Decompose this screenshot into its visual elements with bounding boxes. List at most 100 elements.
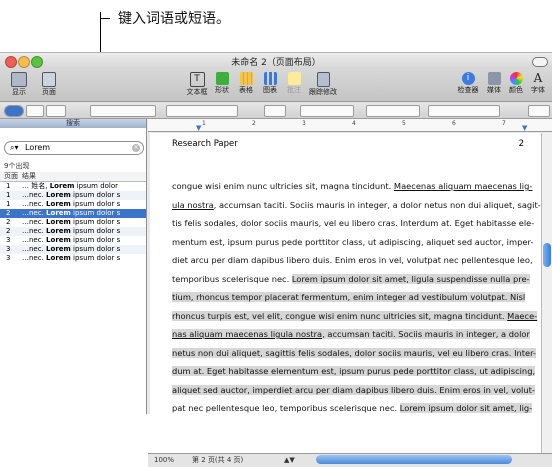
alignment-buttons[interactable] bbox=[366, 105, 420, 117]
inspector-button[interactable]: i 检查器 bbox=[456, 72, 480, 95]
track-changes-button[interactable]: 跟踪修改 bbox=[306, 72, 340, 97]
column-page[interactable]: 页面 bbox=[4, 172, 18, 181]
media-icon bbox=[487, 72, 501, 85]
line-spacing-dropdown[interactable] bbox=[428, 105, 500, 117]
page-info: 第 2 页(共 4 页) bbox=[192, 456, 244, 464]
zoom-dropdown[interactable]: 100% bbox=[154, 454, 174, 467]
result-count: 9个出现 bbox=[4, 162, 30, 170]
result-page: 3 bbox=[6, 236, 11, 244]
ruler-tick-label: 5 bbox=[402, 120, 406, 127]
comment-button[interactable]: 批注 bbox=[284, 72, 304, 95]
colors-button[interactable]: 颜色 bbox=[506, 72, 526, 95]
text-style-buttons[interactable] bbox=[300, 105, 354, 117]
search-field[interactable]: ⌕▾ Lorem × bbox=[4, 141, 144, 155]
document-line: mentum est, ipsum purus pede porttitor c… bbox=[172, 233, 533, 252]
font-typeface-dropdown[interactable] bbox=[166, 105, 238, 117]
highlighted-text: Maece- bbox=[507, 310, 538, 321]
ruler-tick-label: 4 bbox=[352, 120, 356, 127]
result-snippet: …nec. Lorem ipsum dolor s bbox=[22, 227, 121, 235]
format-bar bbox=[0, 102, 552, 119]
result-snippet: … 姓名, Lorem ipsum dolor bbox=[22, 182, 119, 190]
text-run: Maecenas aliquam maecenas lig- bbox=[393, 181, 533, 191]
search-input-value: Lorem bbox=[25, 143, 51, 152]
chart-button[interactable]: 图表 bbox=[260, 72, 280, 95]
pages-button[interactable]: 页面 bbox=[38, 72, 60, 97]
textbox-button[interactable]: T 文本框 bbox=[186, 72, 208, 97]
document-line: aliquet sed auctor, imperdiet arcu per d… bbox=[172, 381, 535, 400]
result-row[interactable]: 1 …nec. Lorem ipsum dolor s bbox=[0, 191, 146, 200]
result-page: 3 bbox=[6, 254, 11, 262]
result-page: 3 bbox=[6, 245, 11, 253]
result-row[interactable]: 2 …nec. Lorem ipsum dolor s bbox=[0, 209, 146, 218]
result-page: 1 bbox=[6, 182, 11, 190]
nav-arrows[interactable]: ▲▼ bbox=[284, 454, 295, 467]
result-snippet: …nec. Lorem ipsum dolor s bbox=[22, 209, 121, 217]
window-title: 未命名 2（页面布局） bbox=[231, 58, 321, 68]
document-page[interactable]: Research Paper 2 congue wisi enim nunc u… bbox=[150, 133, 542, 453]
right-indent-marker[interactable]: ▼ bbox=[522, 124, 527, 132]
paragraph-style-dropdown[interactable] bbox=[26, 105, 44, 117]
font-size-field[interactable] bbox=[264, 105, 286, 117]
highlighted-text: dum at. Eget habitasse elementum est, ip… bbox=[172, 366, 536, 376]
result-page: 2 bbox=[6, 209, 11, 217]
highlighted-text: netus non dui aliquet, sagittis felis so… bbox=[172, 347, 537, 358]
comment-icon bbox=[287, 72, 301, 85]
table-icon bbox=[239, 72, 253, 85]
document-line: ula nostra, accumsan taciti. Sociis maur… bbox=[172, 196, 541, 215]
highlighted-text: aliquet sed auctor, imperdiet arcu per d… bbox=[172, 384, 535, 395]
display-icon bbox=[11, 72, 27, 87]
result-snippet: …nec. Lorem ipsum dolor s bbox=[22, 191, 121, 199]
fonts-icon: A bbox=[533, 71, 543, 85]
display-button[interactable]: 显示 bbox=[8, 72, 30, 97]
callout-text: 键入词语或短语。 bbox=[118, 11, 230, 27]
document-line: netus non dui aliquet, sagittis felis so… bbox=[172, 344, 537, 363]
text-run: temporibus scelerisque nec. bbox=[172, 273, 292, 284]
vertical-scroll-thumb[interactable] bbox=[543, 243, 551, 267]
text-run: , accumsan taciti. Sociis mauris in inte… bbox=[213, 199, 541, 210]
left-indent-marker[interactable]: ▼ bbox=[196, 124, 201, 132]
toolbar-toggle-button[interactable] bbox=[532, 57, 548, 67]
header-text: Research Paper bbox=[172, 139, 238, 149]
highlighted-text: tium, rhoncus tempor placerat fermentum,… bbox=[172, 292, 526, 302]
char-style-dropdown[interactable] bbox=[46, 105, 66, 117]
result-row[interactable]: 1 …nec. Lorem ipsum dolor s bbox=[0, 200, 146, 209]
font-family-dropdown[interactable] bbox=[90, 105, 156, 117]
title-bar: 未命名 2（页面布局） bbox=[0, 53, 552, 69]
clear-search-icon[interactable]: × bbox=[132, 144, 140, 152]
text-run: diet arcu per diam dapibus libero duis. … bbox=[172, 255, 533, 265]
column-result[interactable]: 结果 bbox=[22, 172, 36, 181]
document-line: tis felis sodales, dolor sociis mauris, … bbox=[172, 214, 534, 233]
media-button[interactable]: 媒体 bbox=[484, 72, 504, 95]
textbox-icon: T bbox=[189, 72, 205, 87]
inspector-icon: i bbox=[461, 72, 475, 85]
result-row[interactable]: 3 …nec. Lorem ipsum dolor s bbox=[0, 236, 146, 245]
shapes-button[interactable]: 形状 bbox=[212, 72, 232, 95]
chart-icon bbox=[263, 72, 277, 85]
text-run: tis felis sodales, dolor sociis mauris, … bbox=[172, 218, 535, 228]
result-snippet: …nec. Lorem ipsum dolor s bbox=[22, 254, 121, 262]
horizontal-scroll-thumb[interactable] bbox=[316, 455, 512, 464]
vertical-scrollbar[interactable] bbox=[541, 133, 552, 453]
result-row[interactable]: 3 …nec. Lorem ipsum dolor s bbox=[0, 245, 146, 254]
fonts-button[interactable]: A 字体 bbox=[528, 72, 548, 95]
text-run: ula nostra bbox=[172, 199, 214, 210]
ruler-tick-label: 2 bbox=[252, 120, 256, 127]
style-dropdown[interactable] bbox=[4, 105, 24, 117]
result-snippet: …nec. Lorem ipsum dolor s bbox=[22, 236, 121, 244]
result-row[interactable]: 3 …nec. Lorem ipsum dolor s bbox=[0, 254, 146, 263]
result-row[interactable]: 2 …nec. Lorem ipsum dolor s bbox=[0, 218, 146, 227]
result-row[interactable]: 2 …nec. Lorem ipsum dolor s bbox=[0, 227, 146, 236]
highlighted-text: rhoncus turpis est, vel elit, congue wis… bbox=[172, 310, 508, 321]
toolbar: 显示 页面 T 文本框 形状 表格 图表 批注 跟踪修改 i 检查器 媒体 颜色… bbox=[0, 69, 552, 102]
document-line: dum at. Eget habitasse elementum est, ip… bbox=[172, 362, 536, 381]
highlighted-text: Lorem ipsum dolor sit amet, ligula suspe… bbox=[291, 273, 530, 284]
list-style-dropdown[interactable] bbox=[528, 105, 550, 117]
table-button[interactable]: 表格 bbox=[236, 72, 256, 95]
track-changes-icon bbox=[316, 72, 330, 87]
document-line: temporibus scelerisque nec. Lorem ipsum … bbox=[172, 270, 530, 289]
document-line: pat nec pellentesque leo, temporibus sce… bbox=[172, 399, 533, 418]
callout-line-top-tick bbox=[100, 18, 110, 19]
document-line: nas aliquam maecenas ligula nostra, accu… bbox=[172, 325, 530, 344]
result-row[interactable]: 1 … 姓名, Lorem ipsum dolor bbox=[0, 182, 146, 191]
result-snippet: …nec. Lorem ipsum dolor s bbox=[22, 245, 121, 253]
